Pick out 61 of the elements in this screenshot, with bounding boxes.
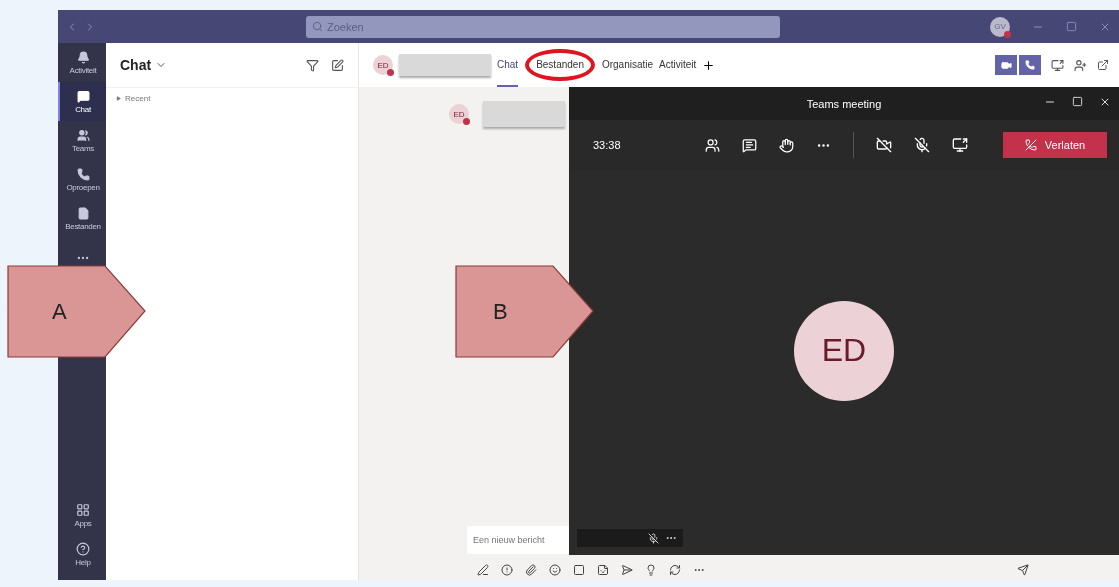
rail-item[interactable]: Teams xyxy=(58,121,106,160)
video-call-button[interactable] xyxy=(995,55,1017,75)
tab[interactable]: Bestanden xyxy=(536,43,584,87)
section-header[interactable]: Recent xyxy=(106,88,358,109)
add-people-icon[interactable] xyxy=(1074,58,1087,72)
paperclip-icon[interactable] xyxy=(525,564,537,576)
camera-icon xyxy=(1000,59,1012,71)
microphone-off-icon[interactable] xyxy=(914,137,930,153)
camera-off-icon[interactable] xyxy=(876,137,892,153)
add-tab-icon[interactable] xyxy=(702,58,716,72)
hang-up-icon xyxy=(1024,139,1037,151)
rail-item[interactable]: Bestanden xyxy=(58,199,106,238)
tab[interactable]: Activiteit xyxy=(659,43,697,87)
callout-label: A xyxy=(52,299,67,325)
pop-out-icon[interactable] xyxy=(1097,59,1109,71)
chat-title: Chat xyxy=(120,57,152,73)
filter-icon[interactable] xyxy=(306,58,319,72)
lightbulb-icon[interactable] xyxy=(645,564,657,576)
help-icon xyxy=(76,542,90,556)
bell-icon xyxy=(76,50,90,64)
send-icon[interactable] xyxy=(1017,564,1029,576)
share-screen-icon[interactable] xyxy=(952,137,968,153)
close-icon[interactable] xyxy=(1099,96,1111,108)
participant-avatar: ED xyxy=(794,300,894,401)
format-icon[interactable] xyxy=(477,564,489,576)
leave-button[interactable]: Verlaten xyxy=(1003,132,1107,158)
participants-icon[interactable] xyxy=(705,137,720,153)
file-icon xyxy=(76,206,90,220)
tab[interactable]: Chat xyxy=(497,43,519,87)
phone-icon xyxy=(1025,60,1035,70)
status-dot xyxy=(387,69,394,76)
user-avatar: ED xyxy=(449,104,469,124)
apps-icon xyxy=(76,503,90,517)
audio-call-button[interactable] xyxy=(1019,55,1041,75)
compose-icon[interactable] xyxy=(331,58,344,72)
share-screen-icon[interactable] xyxy=(1051,58,1064,72)
phone-icon xyxy=(76,167,90,181)
user-avatar: ED xyxy=(373,55,393,75)
smiley-icon[interactable] xyxy=(549,564,561,576)
meeting-title: Teams meeting xyxy=(806,97,882,110)
message-field[interactable]: Een nieuw bericht xyxy=(467,526,569,554)
triangle-icon xyxy=(116,96,121,101)
rail-item[interactable]: Activiteit xyxy=(58,43,106,82)
search-icon xyxy=(312,21,323,32)
arrow-icon[interactable] xyxy=(621,564,633,576)
exclamation-icon[interactable] xyxy=(501,564,513,576)
chat-icon[interactable] xyxy=(742,137,757,153)
rail-item[interactable]: Apps xyxy=(58,496,106,535)
callout-label: B xyxy=(493,299,508,325)
tab[interactable]: Organisatie xyxy=(601,43,654,87)
status-dot xyxy=(1004,30,1011,38)
sticker-icon[interactable] xyxy=(597,564,609,576)
hand-icon[interactable] xyxy=(779,137,794,153)
refresh-icon[interactable] xyxy=(669,564,681,576)
rail-item[interactable]: Chat xyxy=(58,82,106,121)
status-dot xyxy=(463,118,470,125)
call-timer: 33:38 xyxy=(593,139,622,151)
rail-item[interactable]: Help xyxy=(58,535,106,574)
rail-item[interactable]: Oproepen xyxy=(58,160,106,199)
teams-icon xyxy=(76,128,90,142)
chat-icon xyxy=(76,89,90,103)
